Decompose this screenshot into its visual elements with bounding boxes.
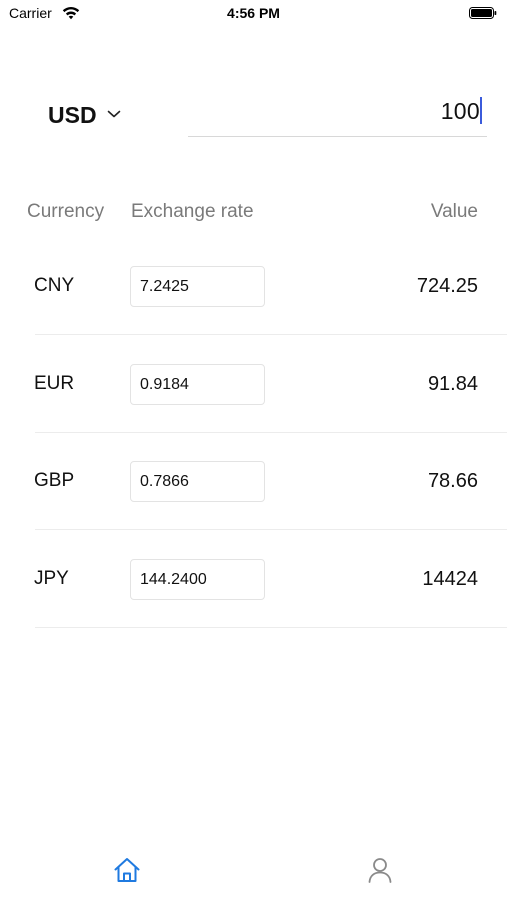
column-header-exchange-rate: Exchange rate xyxy=(131,201,254,222)
currency-row-jpy: JPY 14424 xyxy=(0,530,507,628)
amount-value: 100 xyxy=(440,98,480,124)
exchange-rate-input[interactable] xyxy=(130,461,265,502)
chevron-down-icon xyxy=(107,110,120,118)
exchange-rate-input[interactable] xyxy=(130,266,265,307)
converted-value: 14424 xyxy=(422,568,478,590)
column-header-value: Value xyxy=(430,201,478,222)
currency-code: JPY xyxy=(34,568,69,589)
converted-value: 78.66 xyxy=(427,470,478,492)
currency-row-eur: EUR 91.84 xyxy=(0,335,507,433)
currency-row-gbp: GBP 78.66 xyxy=(0,432,507,530)
currency-code: EUR xyxy=(34,373,75,394)
exchange-rate-input[interactable] xyxy=(130,559,265,600)
row-divider xyxy=(35,627,507,628)
column-header-currency: Currency xyxy=(27,201,105,222)
currency-code: CNY xyxy=(34,275,75,296)
converted-value: 91.84 xyxy=(427,373,478,395)
text-caret xyxy=(480,97,482,124)
battery-icon xyxy=(469,7,497,19)
tab-profile[interactable] xyxy=(362,852,398,888)
home-icon xyxy=(114,858,140,882)
currency-code: GBP xyxy=(34,470,75,491)
converted-value: 724.25 xyxy=(416,275,478,297)
amount-input[interactable]: 100 xyxy=(188,90,487,137)
status-bar: Carrier 4:56 PM xyxy=(0,0,507,28)
base-currency-code: USD xyxy=(48,101,97,128)
currency-row-cny: CNY 724.25 xyxy=(0,237,507,335)
base-currency-selector[interactable]: USD xyxy=(48,100,121,130)
status-time: 4:56 PM xyxy=(227,5,280,21)
tab-home[interactable] xyxy=(109,852,145,888)
person-icon xyxy=(368,858,392,883)
exchange-rate-input[interactable] xyxy=(130,364,265,405)
